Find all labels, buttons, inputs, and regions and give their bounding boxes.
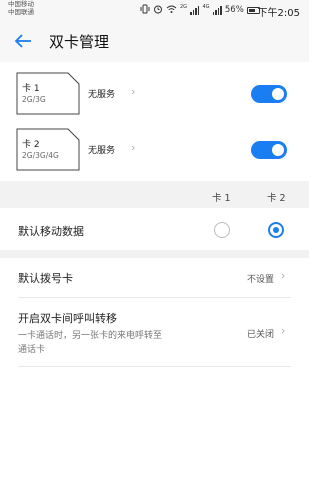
default-dial-label: 默认拨号卡 <box>18 272 73 285</box>
sim-2-name: 卡 2 <box>22 140 40 150</box>
vibrate-icon <box>140 4 150 17</box>
call-forward-desc-2: 通话卡 <box>18 345 46 355</box>
sim-1-name: 卡 1 <box>22 84 40 94</box>
carrier-2-label: 中国联通 <box>8 8 34 16</box>
call-forward-desc-1: 一卡通话时，另一张卡的来电呼转至 <box>18 331 163 341</box>
call-forward-value: 已关闭 <box>247 330 275 340</box>
wifi-icon <box>166 4 177 17</box>
status-bar: 中国移动 中国联通 2G 4G 56% 下午2:05 <box>0 0 309 22</box>
column-sim-2: 卡 2 <box>267 193 286 204</box>
column-sim-1: 卡 1 <box>212 193 231 204</box>
default-data-label: 默认移动数据 <box>18 225 84 238</box>
chevron-right-icon: › <box>131 141 136 154</box>
default-data-sim-2-radio[interactable] <box>268 222 284 238</box>
signal-2-icon <box>212 5 222 15</box>
battery-percent: 56% <box>224 5 244 15</box>
chevron-right-icon: › <box>281 324 286 337</box>
sim-2-toggle[interactable] <box>251 141 287 159</box>
app-bar: 双卡管理 <box>0 22 309 62</box>
sim-column-header: 卡 1 卡 2 <box>0 181 309 208</box>
default-data-sim-1-radio[interactable] <box>214 222 230 238</box>
row-divider <box>18 366 291 367</box>
signal-1-tag: 2G <box>180 4 188 10</box>
sim-2-row[interactable]: 卡 2 2G/3G/4G 无服务 › <box>0 128 309 188</box>
page-title: 双卡管理 <box>49 33 110 51</box>
carrier-1-label: 中国移动 <box>8 0 34 8</box>
clock: 下午2:05 <box>257 8 300 19</box>
call-forward-label: 开启双卡间呼叫转移 <box>18 312 117 325</box>
sim-2-status: 无服务 <box>88 146 116 156</box>
back-arrow-icon[interactable] <box>12 30 34 52</box>
sim-1-row[interactable]: 卡 1 2G/3G 无服务 › <box>0 72 309 132</box>
signal-1-icon <box>190 5 200 15</box>
alarm-icon <box>153 4 163 17</box>
chevron-right-icon: › <box>131 85 136 98</box>
sim-1-network: 2G/3G <box>22 95 46 104</box>
status-icons: 2G 4G 56% <box>140 4 260 16</box>
section-divider <box>0 250 309 258</box>
sim-1-status: 无服务 <box>88 90 116 100</box>
sim-1-toggle[interactable] <box>251 85 287 103</box>
signal-2-tag: 4G <box>202 4 210 10</box>
chevron-right-icon: › <box>281 269 286 282</box>
default-dial-value: 不设置 <box>247 275 275 285</box>
row-divider <box>18 297 291 298</box>
sim-2-network: 2G/3G/4G <box>22 151 59 160</box>
